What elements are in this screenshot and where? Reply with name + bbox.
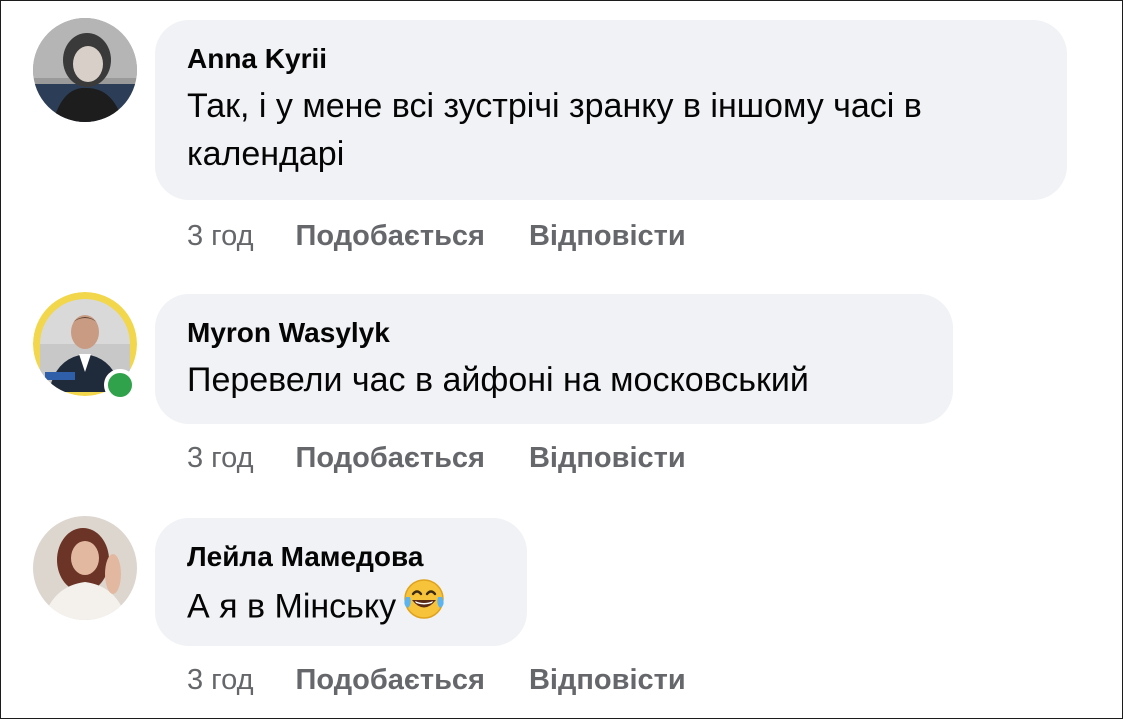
comment-timestamp[interactable]: 3 год — [187, 440, 254, 476]
reply-button[interactable]: Відповісти — [529, 218, 686, 254]
comment-text: А я в Мінську — [187, 577, 497, 637]
like-button[interactable]: Подобається — [296, 218, 485, 254]
comment-text: Перевели час в айфоні на московський — [187, 361, 809, 399]
comment-author[interactable]: Myron Wasylyk — [187, 316, 923, 350]
comment-actions: 3 год Подобається Відповісти — [187, 440, 730, 476]
like-button[interactable]: Подобається — [296, 662, 485, 698]
comment-actions: 3 год Подобається Відповісти — [187, 662, 730, 698]
comment-timestamp[interactable]: 3 год — [187, 218, 254, 254]
comment-bubble: Myron Wasylyk Перевели час в айфоні на м… — [155, 294, 953, 424]
comment-bubble: Anna Kyrii Так, і у мене всі зустрічі зр… — [155, 20, 1067, 200]
comment-actions: 3 год Подобається Відповісти — [187, 218, 730, 254]
reply-button[interactable]: Відповісти — [529, 662, 686, 698]
comment-author[interactable]: Лейла Мамедова — [187, 540, 497, 574]
like-button[interactable]: Подобається — [296, 440, 485, 476]
avatar-anna-kyrii[interactable] — [33, 18, 137, 122]
online-status-indicator — [104, 369, 136, 401]
reply-button[interactable]: Відповісти — [529, 440, 686, 476]
comment-timestamp[interactable]: 3 год — [187, 662, 254, 698]
laughing-tears-emoji-icon — [402, 577, 446, 634]
comment-text: Так, і у мене всі зустрічі зранку в іншо… — [187, 87, 922, 173]
comment-bubble: Лейла Мамедова А я в Мінську — [155, 518, 527, 646]
avatar-leila-mamedova[interactable] — [33, 516, 137, 620]
comment-author[interactable]: Anna Kyrii — [187, 42, 1037, 76]
